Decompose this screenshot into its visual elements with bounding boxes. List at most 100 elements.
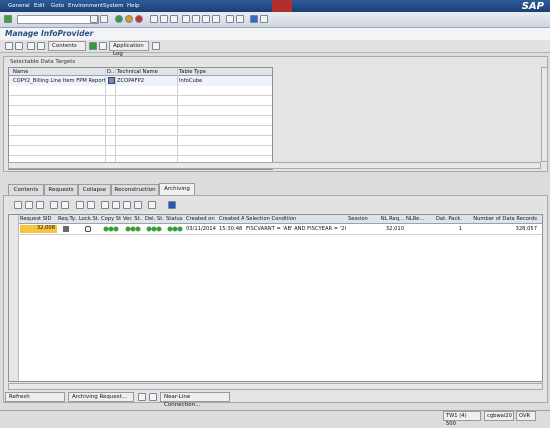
details-icon[interactable]	[14, 201, 22, 209]
menu-environment[interactable]: Environment	[68, 3, 103, 9]
column-copy-status[interactable]: Copy St.	[101, 216, 121, 222]
cancel-icon[interactable]	[135, 15, 143, 23]
sap-logo: SAP	[521, 1, 544, 12]
change-icon[interactable]	[37, 42, 45, 50]
last-page-icon[interactable]	[212, 15, 220, 23]
delete-icon[interactable]	[89, 42, 97, 50]
application-log-button[interactable]: Application Log	[109, 41, 149, 57]
layout-menu-icon[interactable]	[260, 15, 268, 23]
filter-icon[interactable]	[50, 201, 58, 209]
menu-system[interactable]: System	[103, 3, 124, 9]
enter-icon[interactable]	[4, 15, 12, 23]
tab-archiving[interactable]: Archiving	[159, 183, 195, 195]
records-cell: 328,057	[515, 226, 537, 232]
monitor-icon[interactable]	[152, 42, 160, 50]
lock-icon	[85, 226, 91, 232]
column-nl-req[interactable]: NL Req...	[370, 216, 404, 222]
forward-arrow-icon[interactable]	[15, 42, 23, 50]
horizontal-scrollbar-requests[interactable]	[8, 383, 543, 390]
horizontal-scrollbar[interactable]	[8, 162, 541, 169]
layout-icon[interactable]	[101, 201, 109, 209]
settings-icon[interactable]	[99, 42, 107, 50]
column-req-type[interactable]: Req.Ty..	[58, 216, 77, 222]
column-del-status[interactable]: Del. St.	[145, 216, 164, 222]
column-number-of-records[interactable]: Number of Data Records	[464, 216, 537, 222]
command-field[interactable]	[17, 15, 99, 24]
next-page-icon[interactable]	[202, 15, 210, 23]
save-layout-icon[interactable]	[123, 201, 131, 209]
page-title: Manage InfoProvider	[5, 29, 94, 38]
archive-icon[interactable]	[138, 393, 146, 401]
find-next-icon[interactable]	[170, 15, 178, 23]
display-icon[interactable]	[27, 42, 35, 50]
prev-page-icon[interactable]	[192, 15, 200, 23]
data-targets-title: Selectable Data Targets	[10, 59, 76, 65]
row-name: COPY2_Billing Line Item FPM Reportin	[13, 78, 105, 84]
requests-header: Request SID Req.Ty.. Lock.St. Copy St. V…	[9, 215, 542, 224]
first-page-icon[interactable]	[182, 15, 190, 23]
print-icon[interactable]	[150, 15, 158, 23]
back-arrow-icon[interactable]	[5, 42, 13, 50]
mode-status: OVR	[516, 411, 536, 421]
column-nl-re[interactable]: NLRe...	[406, 216, 424, 222]
info-icon[interactable]	[168, 201, 176, 209]
column-technical-name[interactable]: Technical Name	[117, 69, 177, 75]
views-icon[interactable]	[148, 201, 156, 209]
sort-icon[interactable]	[25, 201, 33, 209]
table-row[interactable]: 32,008 03/11/2014 15:30:48 FISCVARNT = '…	[9, 224, 542, 234]
column-dat-pack[interactable]: Dat. Pack.	[426, 216, 462, 222]
column-d[interactable]: D..	[107, 69, 115, 75]
column-request-sid[interactable]: Request SID	[20, 216, 57, 222]
row-selector-column[interactable]	[9, 215, 19, 381]
dropdown-icon[interactable]	[90, 15, 98, 23]
export-icon[interactable]	[87, 201, 95, 209]
change-layout-icon[interactable]	[112, 201, 120, 209]
requests-table: Request SID Req.Ty.. Lock.St. Copy St. V…	[8, 214, 543, 382]
column-lock-status[interactable]: Lock.St.	[79, 216, 99, 222]
menu-general[interactable]: General	[8, 3, 30, 9]
edit-icon[interactable]	[149, 393, 157, 401]
contents-button[interactable]: Contents	[48, 41, 86, 51]
column-table-type[interactable]: Table Type	[179, 69, 239, 75]
column-created-at[interactable]: Created At	[219, 216, 244, 222]
table-header: Name D.. Technical Name Table Type	[9, 68, 272, 76]
refresh-button[interactable]: Refresh	[5, 392, 65, 402]
archiving-request-button[interactable]: Archiving Request...	[68, 392, 134, 402]
sum-icon[interactable]	[61, 201, 69, 209]
table-row[interactable]: COPY2_Billing Line Item FPM Reportin ZCO…	[9, 76, 272, 86]
tab-requests[interactable]: Requests	[44, 184, 78, 195]
refresh-label: Refresh	[9, 394, 30, 400]
find-icon[interactable]	[36, 201, 44, 209]
graphic-icon[interactable]	[134, 201, 142, 209]
system-logo-icon	[272, 0, 292, 12]
tab-contents[interactable]: Contents	[8, 184, 44, 195]
row-table-type: InfoCube	[179, 78, 203, 84]
menu-help[interactable]: Help	[127, 3, 140, 9]
column-selection-condition[interactable]: Selection Condition	[246, 216, 346, 222]
tab-reconstruction[interactable]: Reconstruction	[111, 184, 159, 195]
back-icon[interactable]	[115, 15, 123, 23]
column-ver-status[interactable]: Ver. St.	[123, 216, 143, 222]
column-name[interactable]: Name	[13, 69, 103, 75]
exit-icon[interactable]	[125, 15, 133, 23]
near-line-connection-button[interactable]: Near-Line Connection...	[160, 392, 230, 408]
detail-icon[interactable]	[108, 77, 115, 84]
print-preview-icon[interactable]	[76, 201, 84, 209]
column-session[interactable]: Session	[348, 216, 368, 222]
help-icon[interactable]	[250, 15, 258, 23]
column-created-on[interactable]: Created on	[186, 216, 217, 222]
new-session-icon[interactable]	[226, 15, 234, 23]
system-status[interactable]: TW1 (4) 500	[443, 411, 481, 427]
save-icon[interactable]	[100, 15, 108, 23]
vertical-scrollbar[interactable]	[541, 67, 548, 162]
application-toolbar: Contents Application Log	[0, 40, 550, 57]
grid-toolbar	[8, 200, 543, 211]
tab-collapse[interactable]: Collapse	[78, 184, 111, 195]
menu-goto[interactable]: Goto	[51, 3, 64, 9]
request-sid-cell[interactable]: 32,008	[20, 225, 57, 233]
find-icon[interactable]	[160, 15, 168, 23]
archiving-request-label: Archiving Request...	[72, 394, 128, 400]
column-status[interactable]: Status	[166, 216, 184, 222]
shortcut-icon[interactable]	[236, 15, 244, 23]
menu-edit[interactable]: Edit	[34, 3, 45, 9]
